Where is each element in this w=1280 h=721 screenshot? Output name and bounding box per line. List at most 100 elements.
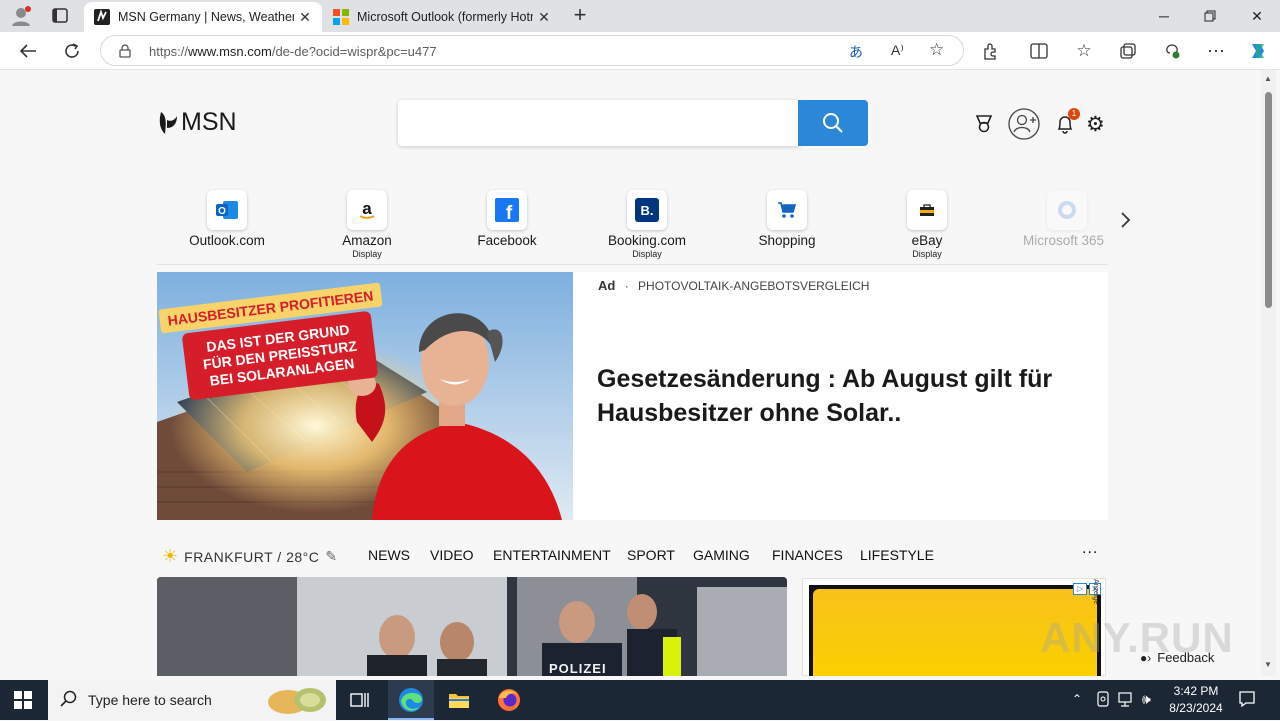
- quicklink-booking[interactable]: B. Booking.com Display: [597, 190, 697, 259]
- nav-entertainment[interactable]: ENTERTAINMENT: [493, 547, 611, 563]
- more-menu-icon[interactable]: ⋯: [1202, 38, 1230, 64]
- quicklink-sub: Display: [632, 249, 662, 259]
- tab-actions-icon[interactable]: [50, 7, 70, 25]
- tray-device-icon[interactable]: [1096, 691, 1110, 712]
- page-scrollbar[interactable]: ▲ ▼: [1261, 70, 1276, 676]
- nav-more-icon[interactable]: ...: [1082, 540, 1098, 558]
- extensions-icon[interactable]: [977, 38, 1005, 64]
- quicklink-label: Facebook: [477, 233, 537, 248]
- profile-avatar-icon[interactable]: [1008, 108, 1040, 145]
- top-story-image[interactable]: POLIZEI: [157, 577, 787, 676]
- close-window-button[interactable]: ✕: [1234, 0, 1280, 32]
- url-path: /de-de?ocid=wispr&pc=u477: [271, 44, 437, 59]
- lock-icon[interactable]: [119, 44, 131, 63]
- search-icon: [60, 690, 78, 713]
- copilot-icon[interactable]: [1244, 38, 1272, 64]
- quicklink-label: Booking.com: [607, 233, 687, 248]
- quicklink-amazon[interactable]: a Amazon Display: [317, 190, 417, 259]
- translate-icon[interactable]: あ: [849, 42, 863, 62]
- ad-image[interactable]: HAUSBESITZER PROFITIEREN DAS IST DER GRU…: [157, 272, 573, 520]
- ad-card[interactable]: HAUSBESITZER PROFITIEREN DAS IST DER GRU…: [157, 272, 1108, 520]
- close-tab-icon[interactable]: ✕: [296, 8, 314, 26]
- url-prefix: https://: [149, 44, 189, 59]
- notifications-center-icon[interactable]: [1238, 690, 1256, 713]
- nav-finances[interactable]: FINANCES: [772, 547, 843, 563]
- msn-logo[interactable]: MSN: [157, 108, 237, 137]
- taskbar-edge-app[interactable]: [388, 680, 434, 720]
- msn-favicon-icon: [94, 9, 110, 25]
- minimize-button[interactable]: ─: [1141, 0, 1187, 32]
- msn-page: MSN 1 ⚙ O Outlook.com a Amazon Display f…: [4, 70, 1260, 676]
- split-screen-icon[interactable]: [1025, 38, 1053, 64]
- url-host: www.msn.com: [188, 44, 272, 59]
- svg-text:f: f: [506, 203, 513, 222]
- amazon-icon: a: [347, 190, 387, 230]
- volume-icon[interactable]: 🕪: [1142, 691, 1151, 708]
- ad-meta: Ad · PHOTOVOLTAIK-ANGEBOTSVERGLEICH: [598, 278, 869, 293]
- settings-gear-icon[interactable]: ⚙: [1086, 112, 1105, 137]
- facebook-icon: f: [487, 190, 527, 230]
- nav-lifestyle[interactable]: LIFESTYLE: [860, 547, 934, 563]
- clock[interactable]: 3:42 PM 8/23/2024: [1164, 683, 1228, 717]
- nav-news[interactable]: NEWS: [368, 547, 410, 563]
- rewards-icon[interactable]: [974, 114, 994, 139]
- separator-dot: ·: [624, 279, 629, 293]
- favorite-star-icon[interactable]: ☆: [929, 40, 944, 60]
- quicklinks-next-icon[interactable]: [1118, 210, 1132, 235]
- tab-title: Microsoft Outlook (formerly Hotmail): [357, 10, 533, 24]
- profile-icon[interactable]: [10, 5, 32, 27]
- url-text: https://www.msn.com/de-de?ocid=wispr&pc=…: [149, 44, 437, 59]
- quicklink-label: Outlook.com: [189, 233, 265, 248]
- close-tab-icon[interactable]: ✕: [535, 8, 553, 26]
- quicklink-outlook[interactable]: O Outlook.com: [177, 190, 277, 248]
- msn-search-input[interactable]: [398, 100, 800, 146]
- read-aloud-icon[interactable]: A⁾: [891, 42, 904, 59]
- shopping-cart-icon: [767, 190, 807, 230]
- tab-strip: MSN Germany | News, Weather, Wetter & Tr…: [0, 0, 1280, 32]
- nav-gaming[interactable]: GAMING: [693, 547, 750, 563]
- task-view-icon[interactable]: [350, 691, 370, 714]
- file-explorer-icon[interactable]: [448, 690, 470, 715]
- tab-msn[interactable]: MSN Germany | News, Weather, Wetter & Tr…: [84, 2, 322, 32]
- scrollbar-thumb[interactable]: [1265, 92, 1272, 308]
- clock-date: 8/23/2024: [1169, 701, 1223, 715]
- story-badge: POLIZEI: [549, 661, 607, 676]
- quicklink-facebook[interactable]: f Facebook: [457, 190, 557, 248]
- windows-start-icon[interactable]: [14, 691, 32, 714]
- nav-sport[interactable]: SPORT: [627, 547, 675, 563]
- firefox-icon[interactable]: [497, 688, 521, 717]
- nav-video[interactable]: VIDEO: [430, 547, 474, 563]
- adchoices-icon[interactable]: ▷: [1073, 583, 1087, 595]
- quicklink-label: Shopping: [758, 233, 816, 248]
- network-icon[interactable]: [1118, 692, 1136, 712]
- tray-chevron-icon[interactable]: ⌃: [1072, 692, 1082, 706]
- new-tab-button[interactable]: +: [568, 4, 592, 28]
- restore-button[interactable]: [1187, 0, 1233, 32]
- refresh-icon[interactable]: [58, 38, 86, 64]
- favorites-icon[interactable]: ☆: [1070, 38, 1098, 64]
- back-icon[interactable]: [14, 38, 42, 64]
- tab-outlook[interactable]: Microsoft Outlook (formerly Hotmail) ✕: [323, 2, 561, 32]
- notification-badge: 1: [1068, 108, 1080, 120]
- scroll-up-icon[interactable]: ▲: [1264, 74, 1272, 83]
- browser-essentials-icon[interactable]: [1158, 38, 1186, 64]
- msn-search-button[interactable]: [798, 100, 868, 146]
- scroll-down-icon[interactable]: ▼: [1264, 660, 1272, 669]
- weather-widget[interactable]: ☀ FRANKFURT / 28°C ✎: [162, 546, 337, 567]
- edge-icon: [399, 688, 423, 712]
- watermark: ANY.RUN: [1040, 614, 1234, 661]
- edit-pencil-icon[interactable]: ✎: [325, 548, 337, 565]
- tab-title: MSN Germany | News, Weather, Wetter & Tr…: [118, 10, 294, 24]
- search-icon: [823, 113, 843, 133]
- address-bar[interactable]: https://www.msn.com/de-de?ocid=wispr&pc=…: [100, 35, 964, 66]
- ad-source: PHOTOVOLTAIK-ANGEBOTSVERGLEICH: [638, 279, 870, 293]
- ad-headline[interactable]: Gesetzesänderung : Ab August gilt für Ha…: [597, 362, 1087, 430]
- search-highlight-icon: [262, 684, 330, 721]
- quicklink-shopping[interactable]: Shopping: [737, 190, 837, 248]
- taskbar-search-input[interactable]: Type here to search: [48, 680, 336, 720]
- quicklink-microsoft365[interactable]: Microsoft 365: [1017, 190, 1117, 248]
- collections-icon[interactable]: [1114, 38, 1142, 64]
- quicklink-label: eBay: [911, 233, 943, 248]
- msn-butterfly-icon: [159, 111, 177, 134]
- quicklink-ebay[interactable]: eBay Display: [877, 190, 977, 259]
